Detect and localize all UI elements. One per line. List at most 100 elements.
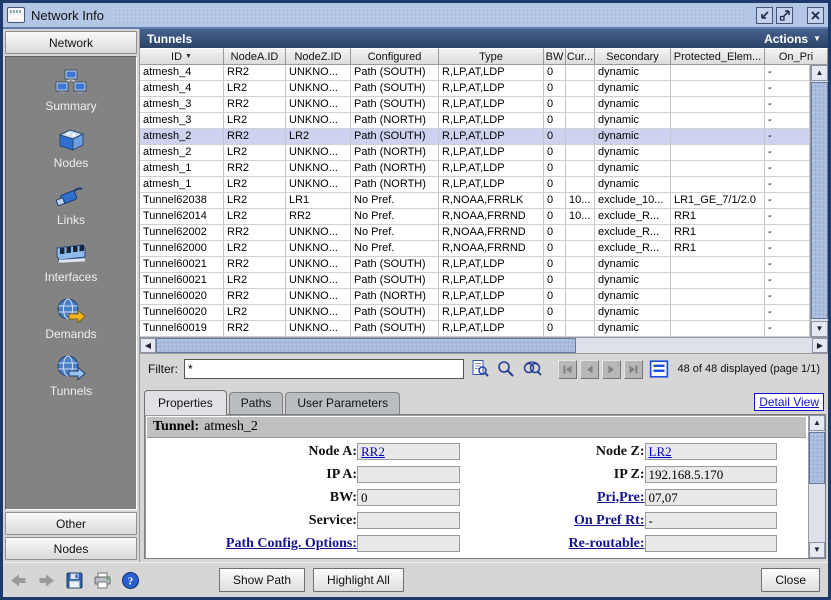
column-header-secondary[interactable]: Secondary (595, 48, 671, 64)
scroll-down-button[interactable]: ▼ (811, 321, 828, 337)
table-row[interactable]: Tunnel60021LR2UNKNO...Path (SOUTH)R,LP,A… (140, 273, 810, 289)
table-row[interactable]: Tunnel60019RR2UNKNO...Path (SOUTH)R,LP,A… (140, 321, 810, 337)
sidebar-group-other-button[interactable]: Other (5, 512, 137, 535)
forward-arrow-icon[interactable] (37, 571, 56, 590)
title-bar[interactable]: Network Info (3, 3, 828, 29)
pri-pre-link[interactable]: Pri,Pre: (477, 490, 645, 506)
scroll-left-button[interactable]: ◀ (140, 338, 156, 353)
column-header-type[interactable]: Type (439, 48, 544, 64)
sidebar-item-nodes[interactable]: Nodes (6, 126, 136, 170)
scrollbar-thumb[interactable] (811, 82, 828, 319)
table-cell: RR2 (224, 289, 286, 305)
sidebar-group-network-button[interactable]: Network (5, 31, 137, 54)
sidebar: Network Summary (3, 29, 140, 562)
path-config-options-link[interactable]: Path Config. Options: (145, 536, 357, 552)
scroll-up-button[interactable]: ▲ (809, 415, 825, 431)
table-row[interactable]: atmesh_2RR2LR2Path (SOUTH)R,LP,AT,LDP0dy… (140, 129, 810, 145)
table-row[interactable]: atmesh_1LR2UNKNO...Path (NORTH)R,LP,AT,L… (140, 177, 810, 193)
advanced-filter-button[interactable] (470, 359, 490, 379)
maximize-button[interactable] (776, 7, 793, 24)
field-path-config-options (357, 535, 460, 552)
table-row[interactable]: atmesh_4RR2UNKNO...Path (SOUTH)R,LP,AT,L… (140, 65, 810, 81)
globe-yellow-arrow-icon (54, 297, 88, 325)
close-button[interactable] (807, 7, 824, 24)
column-header-protected-elem[interactable]: Protected_Elem... (671, 48, 765, 64)
table-row[interactable]: Tunnel60020LR2UNKNO...Path (SOUTH)R,LP,A… (140, 305, 810, 321)
sidebar-item-tunnels[interactable]: Tunnels (6, 354, 136, 398)
interface-ports-icon (54, 240, 88, 268)
table-cell: R,NOAA,FRRND (439, 241, 544, 257)
tab-user-parameters[interactable]: User Parameters (285, 392, 400, 414)
properties-vertical-scrollbar[interactable]: ▲ ▼ (808, 415, 825, 558)
search-button[interactable] (496, 359, 516, 379)
table-row[interactable]: Tunnel62014LR2RR2No Pref.R,NOAA,FRRND010… (140, 209, 810, 225)
column-header-bw[interactable]: BW (544, 48, 566, 64)
node-a-link[interactable]: RR2 (361, 444, 385, 460)
scrollbar-thumb[interactable] (809, 432, 825, 484)
sidebar-item-summary[interactable]: Summary (6, 69, 136, 113)
search-again-button[interactable] (522, 359, 542, 379)
field-label-ip-a: IP A: (145, 467, 357, 483)
table-row[interactable]: atmesh_1RR2UNKNO...Path (NORTH)R,LP,AT,L… (140, 161, 810, 177)
help-icon[interactable]: ? (121, 571, 140, 590)
save-icon[interactable] (65, 571, 84, 590)
column-header-configured[interactable]: Configured (351, 48, 439, 64)
table-cell (671, 129, 765, 145)
table-row[interactable]: atmesh_3RR2UNKNO...Path (SOUTH)R,LP,AT,L… (140, 97, 810, 113)
table-row[interactable]: atmesh_3LR2UNKNO...Path (NORTH)R,LP,AT,L… (140, 113, 810, 129)
column-header-on-pri[interactable]: On_Pri (765, 48, 828, 64)
iconify-button[interactable] (756, 7, 773, 24)
highlight-all-button[interactable]: Highlight All (313, 568, 404, 592)
table-cell: 0 (544, 113, 566, 129)
table-cell: 0 (544, 177, 566, 193)
column-header-nodea[interactable]: NodeA.ID (224, 48, 286, 64)
sidebar-group-nodes-button[interactable]: Nodes (5, 537, 137, 560)
previous-page-button[interactable] (580, 360, 599, 379)
table-horizontal-scrollbar[interactable]: ◀ ▶ (140, 337, 828, 354)
detail-view-link[interactable]: Detail View (754, 393, 824, 411)
scrollbar-thumb[interactable] (156, 338, 576, 353)
table-row[interactable]: Tunnel62002RR2UNKNO...No Pref.R,NOAA,FRR… (140, 225, 810, 241)
scroll-right-button[interactable]: ▶ (812, 338, 828, 353)
node-z-link[interactable]: LR2 (649, 444, 672, 460)
sidebar-item-interfaces[interactable]: Interfaces (6, 240, 136, 284)
first-page-button[interactable] (558, 360, 577, 379)
scroll-up-button[interactable]: ▲ (811, 65, 828, 81)
table-cell: dynamic (595, 129, 671, 145)
table-cell (671, 81, 765, 97)
network-computers-icon (54, 69, 88, 97)
table-cell (671, 305, 765, 321)
sidebar-item-links[interactable]: Links (6, 183, 136, 227)
table-options-button[interactable] (649, 359, 669, 379)
column-header-id[interactable]: ID▼ (140, 48, 224, 64)
actions-menu-button[interactable]: Actions ▼ (764, 32, 821, 46)
table-vertical-scrollbar[interactable]: ▲ ▼ (810, 65, 828, 337)
scroll-down-button[interactable]: ▼ (809, 542, 825, 558)
column-header-nodez[interactable]: NodeZ.ID (286, 48, 351, 64)
last-page-button[interactable] (624, 360, 643, 379)
table-cell: Path (SOUTH) (351, 97, 439, 113)
table-cell (566, 65, 595, 81)
table-cell (566, 129, 595, 145)
close-dialog-button[interactable]: Close (761, 568, 820, 592)
table-cell: 10... (566, 209, 595, 225)
table-row[interactable]: Tunnel60020RR2UNKNO...Path (NORTH)R,LP,A… (140, 289, 810, 305)
table-row[interactable]: atmesh_2LR2UNKNO...Path (NORTH)R,LP,AT,L… (140, 145, 810, 161)
field-label-service: Service: (145, 513, 357, 529)
tab-properties[interactable]: Properties (144, 390, 227, 415)
column-header-cur[interactable]: Cur... (566, 48, 595, 64)
filter-input[interactable] (184, 359, 464, 379)
table-row[interactable]: Tunnel60021RR2UNKNO...Path (SOUTH)R,LP,A… (140, 257, 810, 273)
table-row[interactable]: Tunnel62000LR2UNKNO...No Pref.R,NOAA,FRR… (140, 241, 810, 257)
show-path-button[interactable]: Show Path (219, 568, 305, 592)
table-row[interactable]: Tunnel62038LR2LR1No Pref.R,NOAA,FRRLK010… (140, 193, 810, 209)
table-row[interactable]: atmesh_4LR2UNKNO...Path (SOUTH)R,LP,AT,L… (140, 81, 810, 97)
re-routable-link[interactable]: Re-routable: (477, 536, 645, 552)
svg-text:?: ? (128, 575, 134, 587)
print-icon[interactable] (93, 571, 112, 590)
on-pref-rt-link[interactable]: On Pref Rt: (477, 513, 645, 529)
next-page-button[interactable] (602, 360, 621, 379)
tab-paths[interactable]: Paths (229, 392, 284, 414)
back-arrow-icon[interactable] (9, 571, 28, 590)
sidebar-item-demands[interactable]: Demands (6, 297, 136, 341)
